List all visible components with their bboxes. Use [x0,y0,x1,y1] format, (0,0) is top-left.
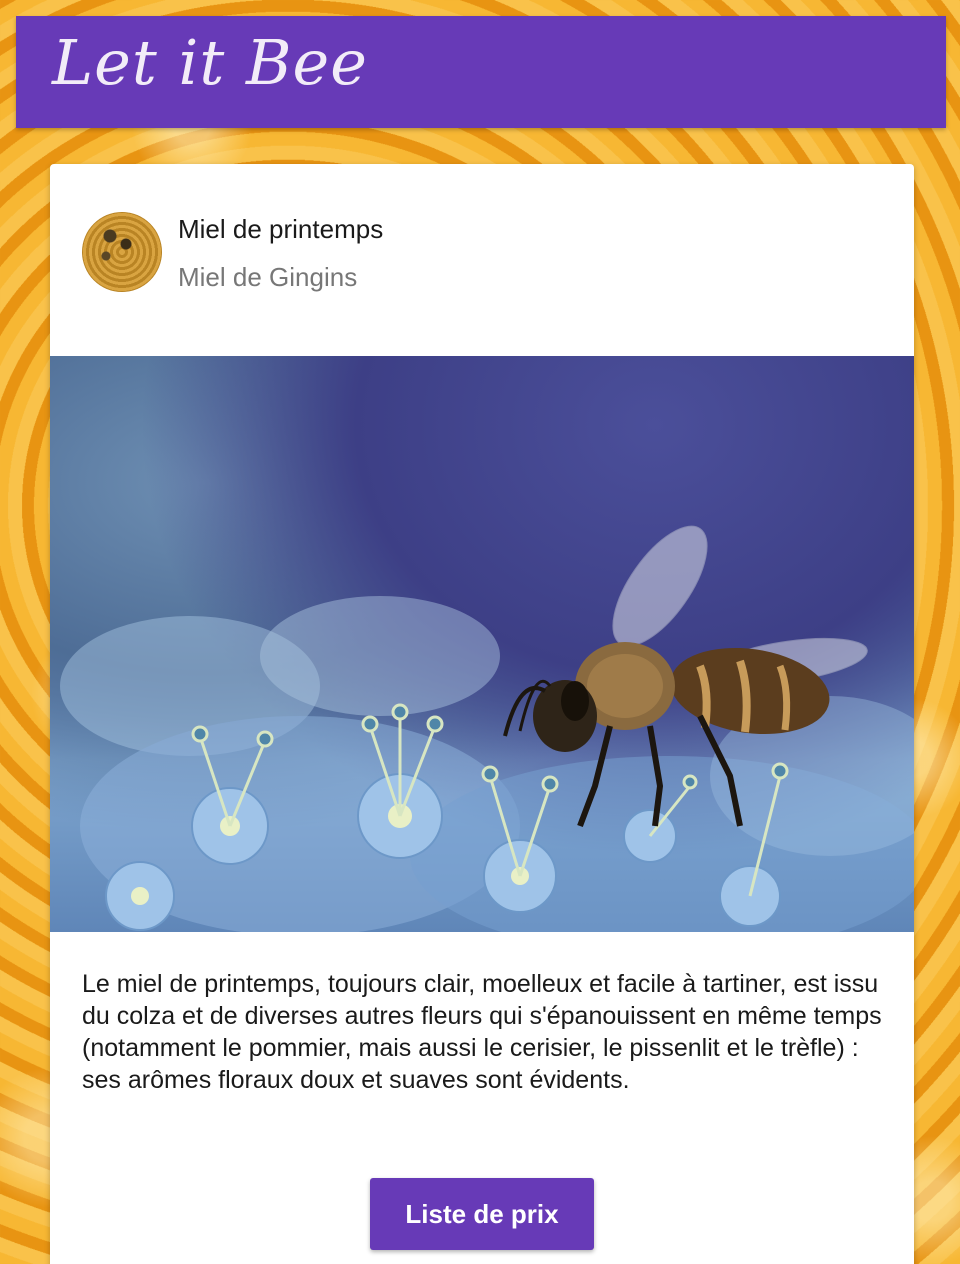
site-title: Let it Bee [52,26,368,99]
price-list-button[interactable]: Liste de prix [370,1178,594,1250]
honeycomb-avatar-icon [82,212,162,292]
product-description: Le miel de printemps, toujours clair, mo… [82,970,882,1094]
card-subtitle: Miel de Gingins [178,262,358,292]
product-card: Miel de printemps Miel de Gingins Le mie… [50,164,914,1264]
bee-on-flowers-illustration [60,525,914,932]
bee-photo [50,356,914,932]
card-title: Miel de printemps [178,214,384,244]
app-header: Let it Bee [16,16,946,128]
